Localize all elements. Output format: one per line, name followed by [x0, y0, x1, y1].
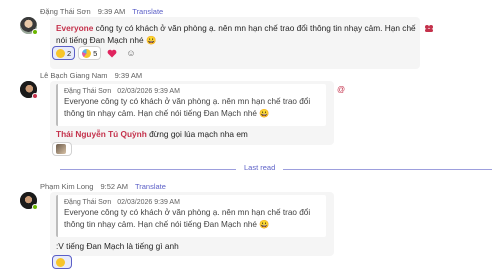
reaction-count: 5	[93, 48, 98, 58]
message-time: 9:52 AM	[100, 182, 128, 191]
message-text: :V tiếng Đan Mạch là tiếng gì anh	[56, 241, 179, 251]
quote-text: Everyone công ty có khách ở văn phòng ạ.…	[64, 208, 311, 229]
quote-header: Đặng Thái Sơn 02/03/2026 9:39 AM	[64, 88, 320, 95]
reaction-party[interactable]: 5	[78, 46, 102, 60]
quote-header: Đặng Thái Sơn 02/03/2026 9:39 AM	[64, 199, 320, 206]
reactions-bar	[52, 255, 72, 269]
translate-link[interactable]: Translate	[135, 182, 166, 191]
reaction-grinning[interactable]	[52, 255, 72, 269]
reaction-grinning[interactable]: 2	[52, 46, 76, 60]
message-meta: Lê Bạch Giang Nam 9:39 AM	[40, 71, 147, 80]
mention-icon: @	[337, 85, 346, 94]
reactions-bar	[52, 142, 72, 156]
message-text: Everyone công ty có khách ở văn phòng ạ.…	[56, 22, 416, 46]
author-name: Đặng Thái Sơn	[40, 7, 91, 16]
quote-author: Đặng Thái Sơn	[64, 199, 112, 206]
quote-time: 02/03/2026 9:39 AM	[117, 88, 180, 95]
message-time: 9:39 AM	[97, 7, 126, 16]
quoted-message[interactable]: Đặng Thái Sơn 02/03/2026 9:39 AM Everyon…	[56, 84, 326, 126]
reaction-heart[interactable]	[104, 46, 120, 60]
add-reaction-icon[interactable]: ☺	[123, 46, 138, 60]
message-text: Thái Nguyễn Tú Quỳnh đừng gọi lúa mạch n…	[56, 128, 326, 140]
author-name: Phạm Kim Long	[40, 182, 94, 191]
quote-time: 02/03/2026 9:39 AM	[117, 199, 180, 206]
reaction-count: 2	[67, 48, 72, 58]
mention[interactable]: Everyone	[56, 23, 93, 33]
message-time: 9:39 AM	[114, 71, 143, 80]
translate-link[interactable]: Translate	[132, 7, 163, 16]
important-flag-icon	[424, 24, 434, 35]
party-face-icon	[82, 48, 92, 58]
grinning-face-icon	[56, 48, 65, 58]
quoted-message[interactable]: Đặng Thái Sơn 02/03/2026 9:39 AM Everyon…	[56, 195, 326, 237]
grinning-face-icon	[56, 257, 65, 267]
quote-author: Đặng Thái Sơn	[64, 88, 112, 95]
quote-text: Everyone công ty có khách ở văn phòng ạ.…	[64, 97, 311, 118]
mention[interactable]: Thái Nguyễn Tú Quỳnh	[56, 129, 147, 139]
last-read-label: Last read	[236, 163, 284, 172]
message-bubble[interactable]: Everyone công ty có khách ở văn phòng ạ.…	[50, 17, 420, 69]
reaction-avatar[interactable]	[52, 142, 72, 156]
presence-available-icon	[32, 204, 38, 210]
message-body: đừng gọi lúa mạch nha em	[146, 129, 248, 139]
presence-busy-icon	[32, 93, 38, 99]
author-name: Lê Bạch Giang Nam	[40, 71, 108, 80]
presence-available-icon	[32, 29, 38, 35]
heart-icon	[107, 49, 117, 57]
message-meta: Đặng Thái Sơn 9:39 AM Translate	[40, 7, 168, 16]
message-body: công ty có khách ở văn phòng ạ. nên mn h…	[56, 23, 416, 45]
reactions-bar: 2 5 ☺	[52, 46, 139, 60]
avatar-reaction-icon	[56, 144, 66, 154]
message-meta: Phạm Kim Long 9:52 AM Translate	[40, 182, 171, 191]
